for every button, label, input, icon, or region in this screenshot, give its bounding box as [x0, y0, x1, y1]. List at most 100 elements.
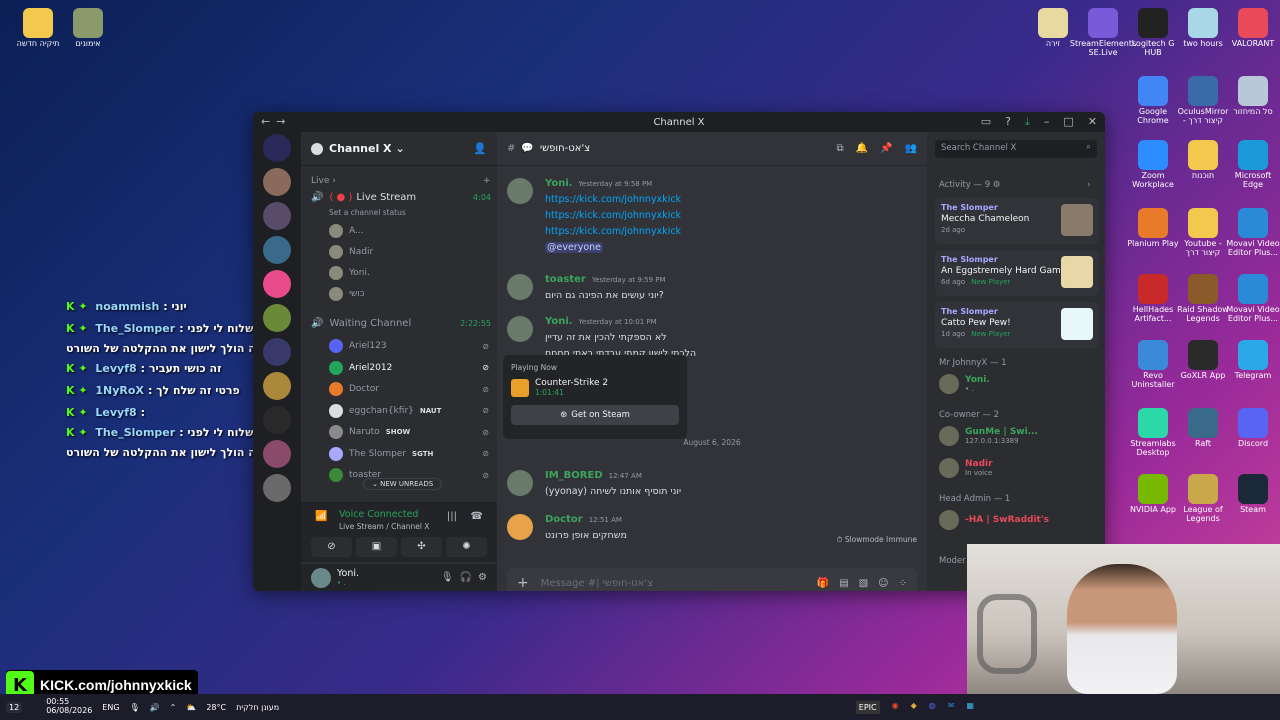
desktop-icon-trainings[interactable]: אימונים: [60, 8, 116, 49]
language-indicator[interactable]: ENG: [102, 703, 119, 712]
emoji-icon[interactable]: ☺: [878, 578, 888, 589]
headphones-icon[interactable]: 🎧: [460, 572, 472, 583]
voice-user[interactable]: Doctor ⊘: [329, 382, 489, 396]
apps-icon[interactable]: ⁘: [899, 578, 907, 589]
desktop-icon[interactable]: Youtube - קיצור דרך: [1175, 208, 1231, 258]
maximize-icon[interactable]: □: [1063, 115, 1073, 129]
desktop-icon[interactable]: Google Chrome: [1125, 76, 1181, 126]
soundboard-icon[interactable]: ✺: [446, 537, 487, 557]
noise-suppression-icon[interactable]: |||: [447, 511, 457, 522]
epic-games-icon[interactable]: EPIC: [855, 700, 880, 714]
message-link[interactable]: https://kick.com/johnnyxkick: [545, 224, 917, 240]
category-live[interactable]: Live › +: [311, 176, 491, 186]
message-author[interactable]: Yoni.: [545, 316, 573, 327]
clock[interactable]: 00:55 06/08/2026: [46, 697, 92, 716]
activity-card[interactable]: The Slomper An Eggstremely Hard Game 6d ag…: [935, 250, 1099, 296]
desktop-icon[interactable]: HellHades Artifact...: [1125, 274, 1181, 324]
sticker-icon[interactable]: ▧: [859, 578, 868, 589]
disconnect-icon[interactable]: ☎: [471, 511, 483, 522]
server-icon[interactable]: [263, 168, 291, 196]
desktop-icon[interactable]: Raid Shadow Legends: [1175, 274, 1231, 324]
channel-status[interactable]: Set a channel status: [329, 208, 406, 217]
desktop-icon[interactable]: two hours: [1175, 8, 1231, 49]
nav-arrows-icon[interactable]: ←→: [261, 115, 291, 128]
pin-icon[interactable]: 📌: [880, 143, 892, 154]
server-icon[interactable]: [263, 202, 291, 230]
message-author[interactable]: Yoni.: [545, 178, 573, 189]
help-icon[interactable]: ?: [1005, 115, 1011, 129]
gift-icon[interactable]: 🎁: [817, 578, 829, 589]
member-item[interactable]: GunMe | Swi... 127.0.0.1:3389: [939, 426, 1038, 446]
voice-user[interactable]: Naruto SHOW ⊘: [329, 425, 489, 439]
voice-status[interactable]: Voice Connected: [339, 509, 418, 520]
message-composer[interactable]: + Message #| צ'אט-חופשי 🎁 ▤ ▧ ☺ ⁘: [507, 568, 917, 591]
voice-user[interactable]: Yoni.: [329, 266, 489, 280]
member-item[interactable]: Yoni. • .: [939, 374, 990, 394]
avatar[interactable]: [311, 567, 331, 588]
desktop-icon[interactable]: Streamlabs Desktop: [1125, 408, 1181, 458]
voice-user[interactable]: Ariel2012 ⊘: [329, 360, 489, 375]
bell-icon[interactable]: 🔔: [856, 143, 868, 154]
members-icon[interactable]: 👥: [905, 143, 917, 154]
message-author[interactable]: toaster: [545, 274, 586, 285]
message-link[interactable]: https://kick.com/johnnyxkick: [545, 208, 917, 224]
close-icon[interactable]: ✕: [1088, 115, 1097, 129]
desktop-icon[interactable]: Zoom Workplace: [1125, 140, 1181, 190]
desktop-icon[interactable]: StreamElements SE.Live: [1070, 8, 1136, 58]
search-input[interactable]: Search Channel X ⌕: [935, 140, 1097, 158]
minimize-icon[interactable]: –: [1044, 115, 1050, 129]
volume-icon[interactable]: 🔊: [150, 703, 160, 712]
camera-off-icon[interactable]: ⊘: [311, 537, 352, 557]
avatar[interactable]: [507, 316, 533, 342]
voice-user[interactable]: Nadir: [329, 245, 489, 259]
server-icon[interactable]: [263, 440, 291, 468]
desktop-icon[interactable]: Telegram: [1225, 340, 1280, 381]
server-icon[interactable]: [263, 134, 291, 162]
member-item[interactable]: -HA | SwRaddit's: [939, 510, 1049, 530]
avatar[interactable]: [507, 470, 533, 496]
add-attachment-icon[interactable]: +: [517, 575, 529, 591]
mention[interactable]: @everyone: [545, 242, 604, 254]
desktop-icon[interactable]: Logitech G HUB: [1125, 8, 1181, 58]
app-icon[interactable]: ◉: [892, 701, 899, 714]
voice-channel-live-stream[interactable]: 🔊 ( ● ) Live Stream 4:04: [311, 192, 491, 203]
voice-location[interactable]: Live Stream / Channel X: [339, 522, 429, 531]
member-item[interactable]: Nadir In voice: [939, 458, 993, 478]
voice-channel-waiting[interactable]: 🔊 Waiting Channel 2:22:55: [311, 318, 491, 329]
desktop-icon[interactable]: GoXLR App: [1175, 340, 1231, 381]
mic-icon[interactable]: 🎙: [130, 703, 140, 712]
server-header[interactable]: Channel X ⌄ 👤: [301, 132, 497, 166]
desktop-icon[interactable]: סל המיחזור: [1225, 76, 1280, 117]
avatar[interactable]: [507, 178, 533, 204]
desktop-icon[interactable]: League of Legends: [1175, 474, 1231, 524]
server-icon[interactable]: [263, 372, 291, 400]
store-icon[interactable]: ▦: [966, 701, 974, 714]
activities-icon[interactable]: ✣: [401, 537, 442, 557]
download-icon[interactable]: ⤓: [1025, 115, 1030, 129]
desktop-icon[interactable]: OculusMirror - קיצור דרך: [1175, 76, 1231, 126]
server-icon[interactable]: [263, 270, 291, 298]
gif-icon[interactable]: ▤: [839, 578, 848, 589]
new-unreads-pill[interactable]: ⌄ NEW UNREADS: [363, 478, 443, 490]
activity-title[interactable]: Activity — 9 ⚙ ›: [939, 180, 1090, 190]
add-member-icon[interactable]: 👤: [473, 142, 487, 155]
desktop-icon[interactable]: Revo Uninstaller: [1125, 340, 1181, 390]
message-author[interactable]: IM_BORED: [545, 470, 603, 481]
message-link[interactable]: https://kick.com/johnnyxkick: [545, 192, 917, 208]
app-icon[interactable]: ◆: [911, 701, 917, 714]
desktop-icon[interactable]: תוכנות: [1175, 140, 1231, 181]
desktop-icon[interactable]: VALORANT: [1225, 8, 1280, 49]
desktop-icon[interactable]: Discord: [1225, 408, 1280, 449]
server-icon[interactable]: [263, 304, 291, 332]
desktop-icon[interactable]: Movavi Video Editor Plus...: [1225, 208, 1280, 258]
voice-user[interactable]: כושי: [329, 287, 489, 301]
voice-user[interactable]: A...: [329, 224, 489, 238]
voice-user[interactable]: The Slomper SGTH ⊘: [329, 446, 489, 461]
screen-share-icon[interactable]: ▣: [356, 537, 397, 557]
server-icon[interactable]: [263, 338, 291, 366]
weather-icon[interactable]: ⛅: [186, 703, 196, 712]
avatar[interactable]: [507, 274, 533, 300]
desktop-icon[interactable]: Raft: [1175, 408, 1231, 449]
server-icon[interactable]: [263, 406, 291, 434]
activity-card[interactable]: The Slomper Meccha Chameleon 2d ago: [935, 198, 1099, 244]
